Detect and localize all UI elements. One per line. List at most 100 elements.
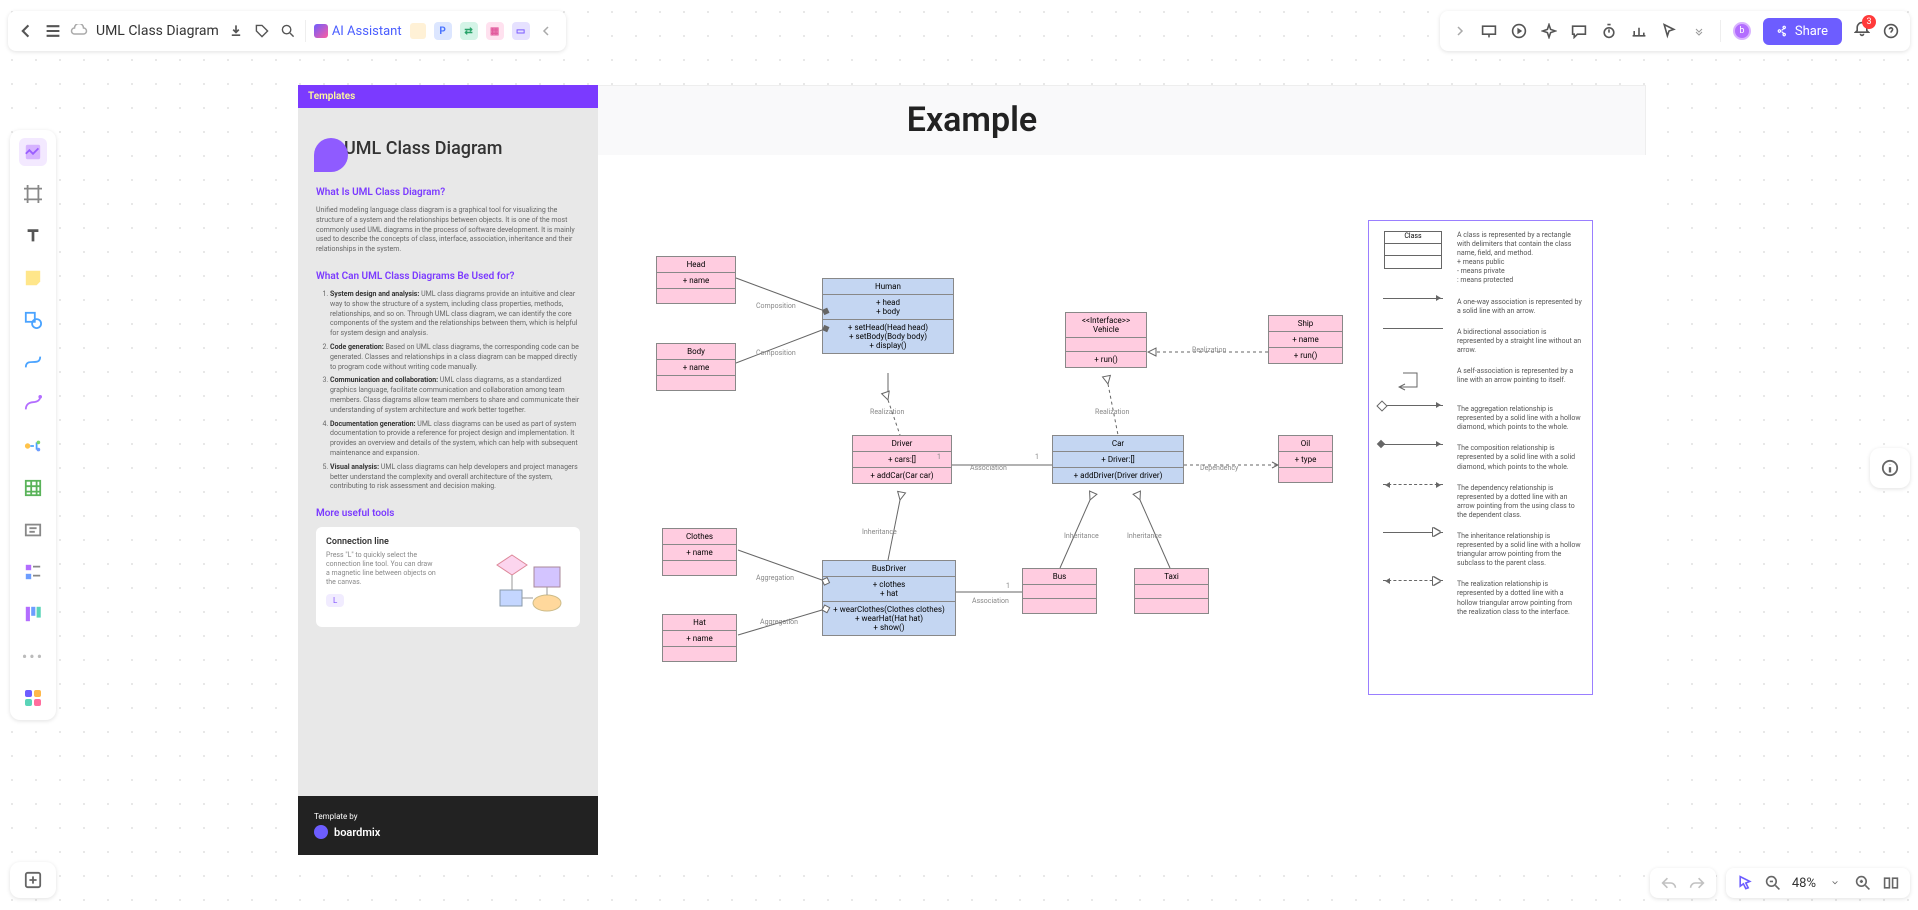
panel-footer: Template by boardmix	[298, 796, 598, 855]
tool-card: Connection line Press "L" to quickly sel…	[316, 527, 580, 627]
panel-list: System design and analysis: UML class di…	[316, 290, 580, 492]
badge-p[interactable]: P	[434, 22, 452, 40]
doc-title[interactable]: UML Class Diagram	[96, 23, 219, 39]
zoom-in-icon[interactable]	[1854, 874, 1872, 892]
boardmix-logo-icon	[314, 825, 328, 839]
class-head[interactable]: Head + name	[656, 256, 736, 304]
more-tools[interactable]: •••	[19, 642, 47, 670]
pen-tool[interactable]	[19, 390, 47, 418]
panel-q2: What Can UML Class Diagrams Be Used for?	[316, 271, 580, 282]
shape-tool[interactable]	[19, 306, 47, 334]
redo-icon[interactable]	[1688, 874, 1706, 892]
present-icon[interactable]	[1480, 22, 1498, 40]
legend-class-label: Class	[1385, 232, 1441, 244]
class-human[interactable]: Human + head + body + setHead(Head head)…	[822, 278, 954, 354]
expand-right-icon[interactable]	[1450, 22, 1468, 40]
label-realization: Realization	[1192, 346, 1226, 354]
class-hat[interactable]: Hat + name	[662, 614, 737, 662]
pointer-mode-icon[interactable]	[1736, 874, 1754, 892]
legend-text: A one-way association is represented by …	[1457, 298, 1582, 316]
undo-icon[interactable]	[1660, 874, 1678, 892]
panel-q3: More useful tools	[316, 508, 580, 519]
legend-text: The realization relationship is represen…	[1457, 580, 1582, 616]
topbar-right: b Share 3	[1440, 11, 1910, 51]
mindmap-tool[interactable]	[19, 432, 47, 460]
share-button[interactable]: Share	[1763, 18, 1842, 45]
legend-text: The dependency relationship is represent…	[1457, 484, 1582, 520]
class-clothes[interactable]: Clothes + name	[662, 528, 737, 576]
play-icon[interactable]	[1510, 22, 1528, 40]
text-tool[interactable]	[19, 222, 47, 250]
ai-badge-icon[interactable]	[410, 23, 426, 39]
class-oil[interactable]: Oil + type	[1278, 435, 1333, 483]
badge-chat-icon[interactable]: ▭	[512, 22, 530, 40]
chevron-down-icon[interactable]	[1690, 22, 1708, 40]
label-realization: Realization	[870, 408, 904, 416]
label-inheritance: Inheritance	[862, 528, 897, 536]
class-bus[interactable]: Bus	[1022, 568, 1097, 614]
legend-text: A class is represented by a rectangle wi…	[1457, 231, 1582, 286]
class-taxi[interactable]: Taxi	[1134, 568, 1209, 614]
zoom-out-icon[interactable]	[1764, 874, 1782, 892]
label-association: Association	[972, 597, 1009, 605]
list-item: Communication and collaboration: UML cla…	[330, 376, 580, 415]
class-ship[interactable]: Ship + name + run()	[1268, 315, 1343, 364]
label-inheritance: Inheritance	[1064, 532, 1099, 540]
tag-icon[interactable]	[253, 22, 271, 40]
class-busdriver[interactable]: BusDriver + clothes + hat + wearClothes(…	[822, 560, 956, 636]
kanban-tool[interactable]	[19, 600, 47, 628]
class-vehicle[interactable]: <<Interface>> Vehicle + run()	[1065, 312, 1147, 368]
ai-label: AI Assistant	[332, 24, 402, 39]
legend-text: A self-association is represented by a l…	[1457, 367, 1582, 385]
notifications-button[interactable]: 3	[1854, 21, 1870, 41]
apps-tool[interactable]	[19, 684, 47, 712]
table-tool[interactable]	[19, 474, 47, 502]
ai-assistant-button[interactable]: AI Assistant	[314, 24, 402, 39]
zoom-level[interactable]: 48%	[1792, 876, 1816, 891]
panel-logo-icon	[314, 138, 348, 172]
cursor-icon[interactable]	[1660, 22, 1678, 40]
badge-grid-icon[interactable]: ▦	[486, 22, 504, 40]
label-realization: Realization	[1095, 408, 1129, 416]
info-button[interactable]	[1870, 448, 1910, 488]
cloud-icon[interactable]	[70, 22, 88, 40]
connector-tool[interactable]	[19, 348, 47, 376]
tool-diagram-icon	[492, 545, 572, 615]
legend: Class A class is represented by a rectan…	[1368, 220, 1593, 695]
bottom-right-bar: 48%	[1650, 868, 1910, 898]
label-one: 1	[937, 453, 941, 461]
topbar-left: UML Class Diagram AI Assistant P ⇄ ▦ ▭	[8, 11, 566, 51]
chevron-down-icon[interactable]	[1826, 874, 1844, 892]
label-inheritance: Inheritance	[1127, 532, 1162, 540]
back-icon[interactable]	[18, 22, 36, 40]
list-tool[interactable]	[19, 558, 47, 586]
collapse-left-icon[interactable]	[538, 22, 556, 40]
sticker-tool[interactable]	[19, 138, 47, 166]
user-avatar[interactable]: b	[1733, 22, 1751, 40]
menu-icon[interactable]	[44, 22, 62, 40]
chat-icon[interactable]	[1570, 22, 1588, 40]
textbox-tool[interactable]	[19, 516, 47, 544]
label-one: 1	[1006, 582, 1010, 590]
timer-icon[interactable]	[1600, 22, 1618, 40]
label-aggregation: Aggregation	[760, 618, 798, 626]
brand-label: boardmix	[334, 826, 380, 839]
panel-p1: Unified modeling language class diagram …	[316, 206, 580, 255]
fit-icon[interactable]	[1882, 874, 1900, 892]
class-body[interactable]: Body + name	[656, 343, 736, 391]
chart-icon[interactable]	[1630, 22, 1648, 40]
spark-icon[interactable]	[1540, 22, 1558, 40]
search-icon[interactable]	[279, 22, 297, 40]
tool-key: L	[326, 594, 344, 607]
frame-tool[interactable]	[19, 180, 47, 208]
template-by-label: Template by	[314, 812, 582, 821]
note-tool[interactable]	[19, 264, 47, 292]
help-icon[interactable]	[1882, 22, 1900, 40]
legend-text: A bidirectional association is represent…	[1457, 328, 1582, 355]
download-icon[interactable]	[227, 22, 245, 40]
list-item: Documentation generation: UML class diag…	[330, 420, 580, 459]
add-page-button[interactable]	[10, 862, 56, 898]
label-dependency: Dependency	[1200, 464, 1238, 472]
class-car[interactable]: Car + Driver:[] + addDriver(Driver drive…	[1052, 435, 1184, 484]
badge-flow-icon[interactable]: ⇄	[460, 22, 478, 40]
